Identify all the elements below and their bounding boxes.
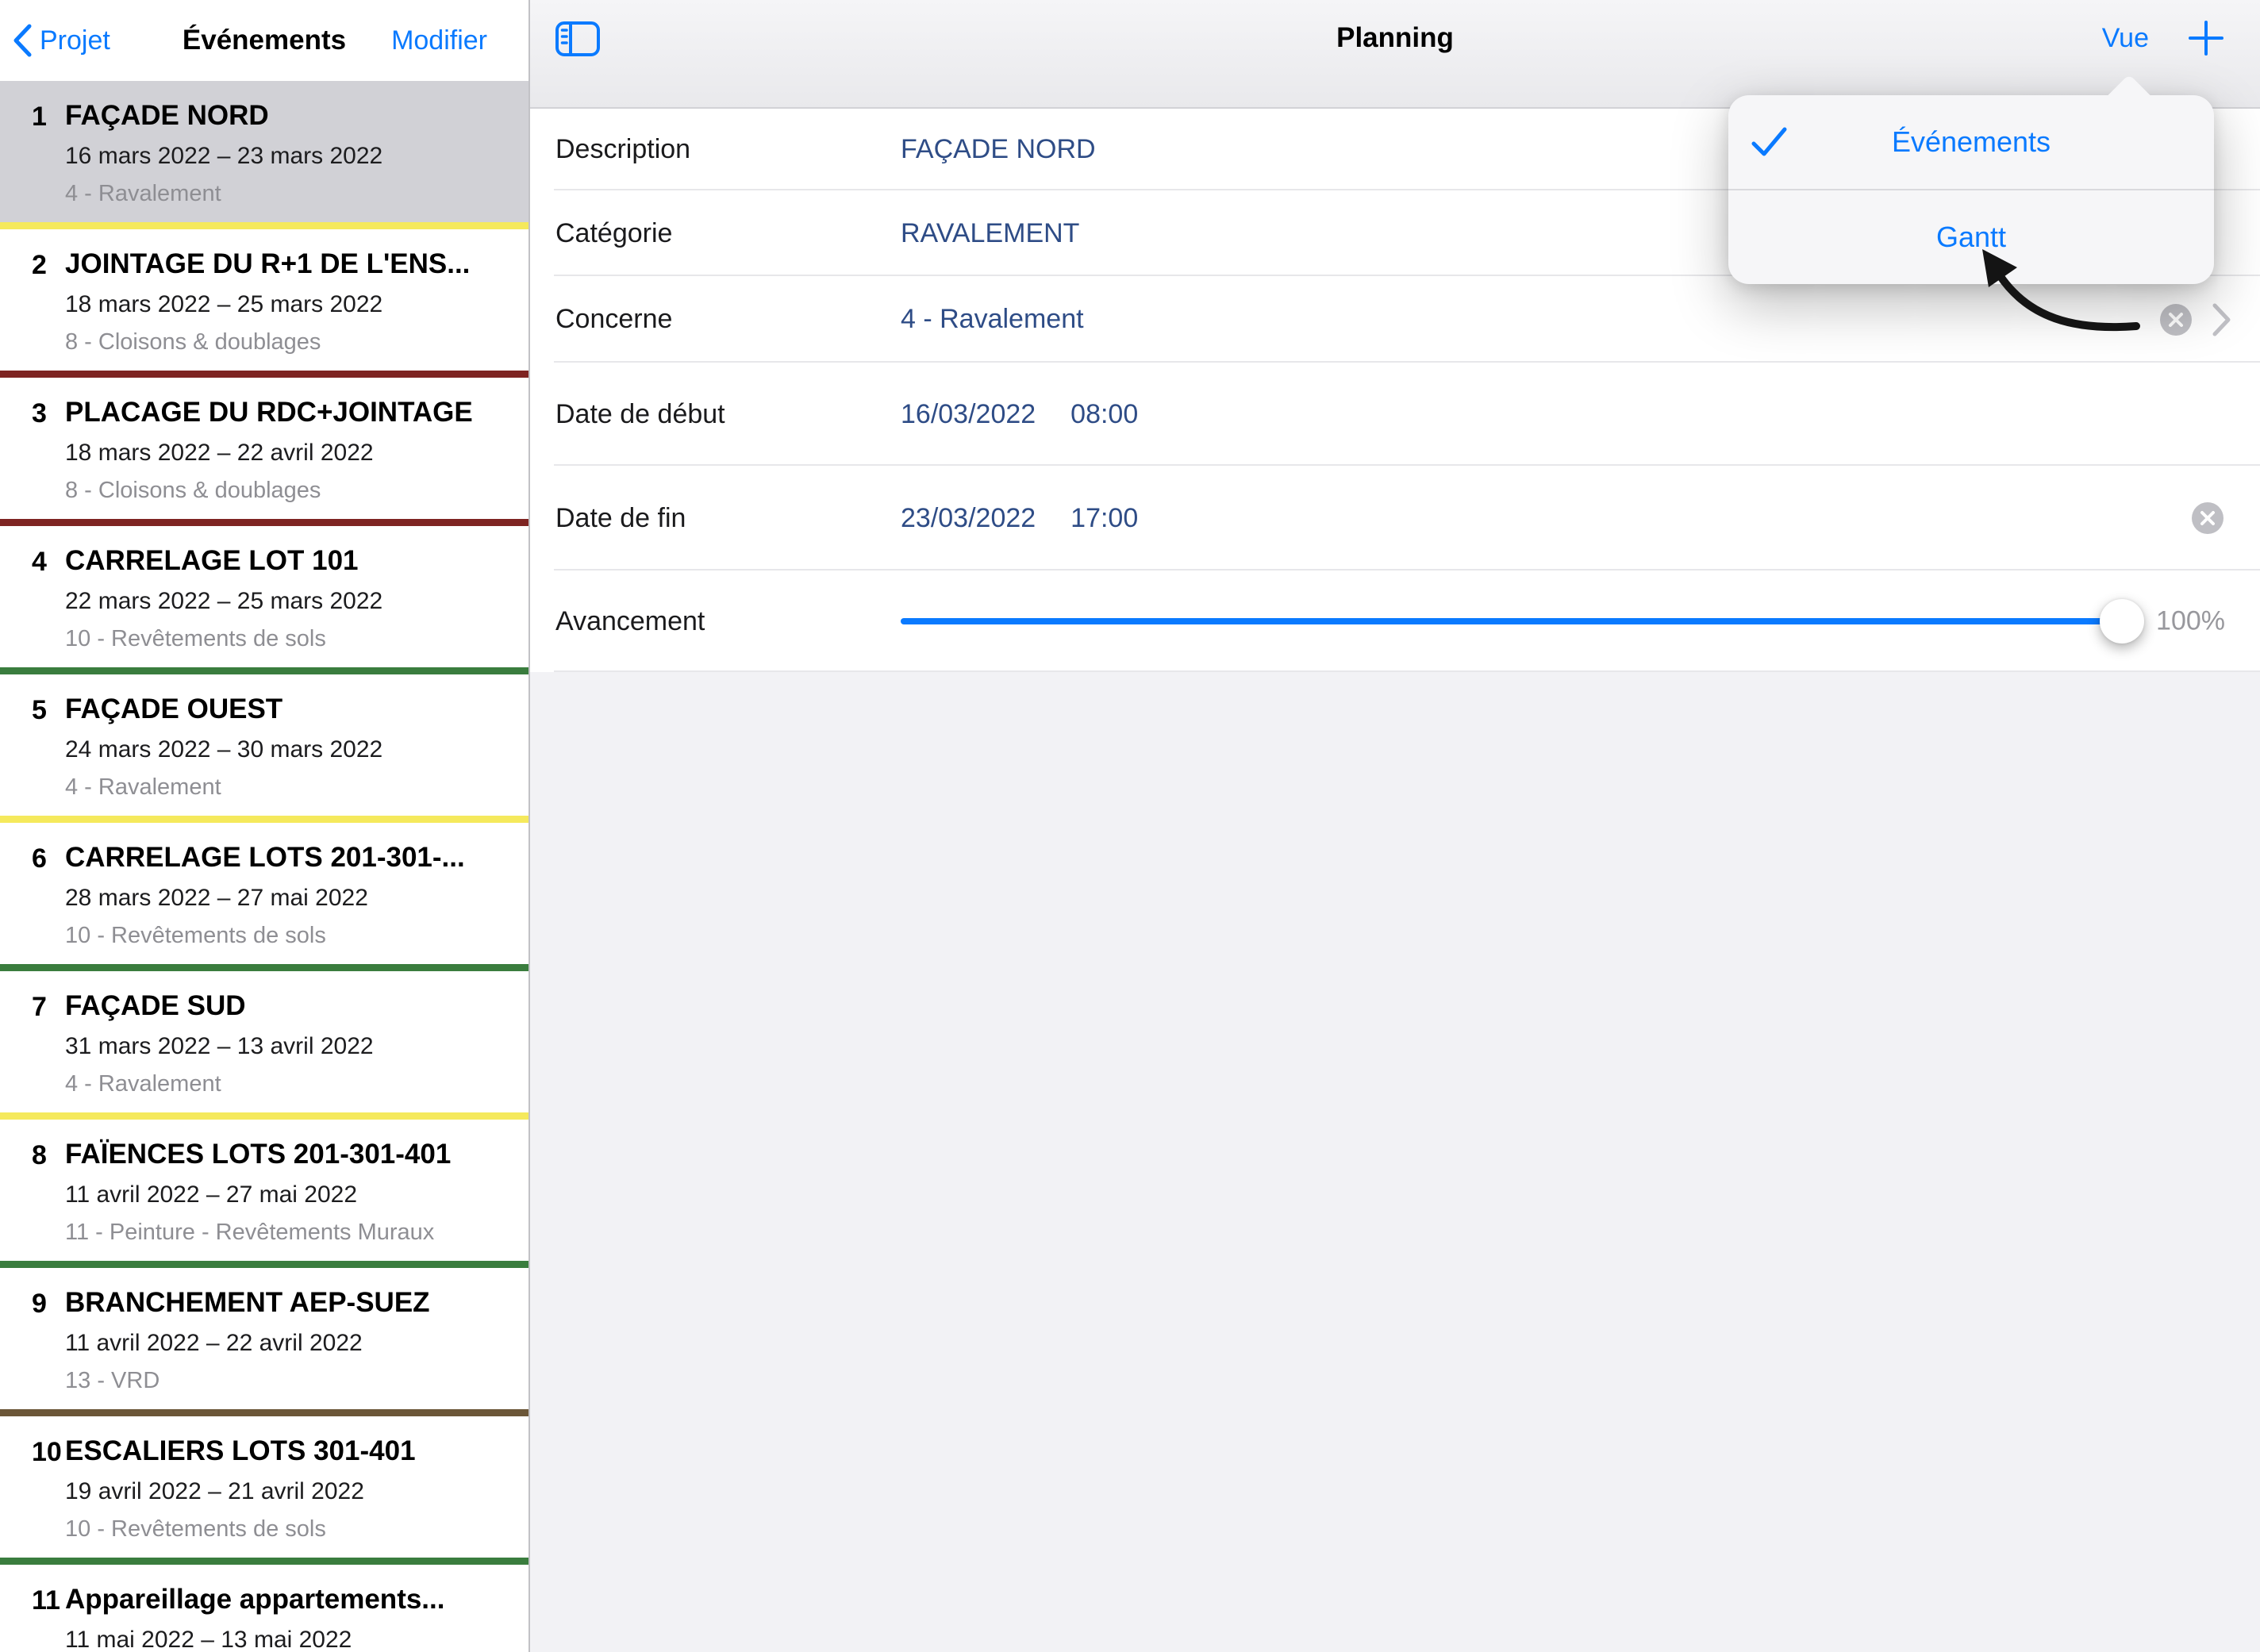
event-number: 4 bbox=[0, 526, 65, 667]
menu-item-evenements[interactable]: Événements bbox=[1728, 95, 2214, 189]
field-label: Date de fin bbox=[555, 503, 901, 534]
event-category: 10 - Revêtements de sols bbox=[65, 923, 516, 949]
event-category: 10 - Revêtements de sols bbox=[65, 626, 516, 652]
event-category: 4 - Ravalement bbox=[65, 181, 516, 207]
event-title: FAÇADE OUEST bbox=[65, 693, 516, 725]
list-item[interactable]: 3 PLACAGE DU RDC+JOINTAGE 18 mars 2022 –… bbox=[0, 378, 528, 526]
end-date-row[interactable]: Date de fin 23/03/2022 17:00 bbox=[530, 466, 2260, 571]
field-label: Date de début bbox=[555, 399, 901, 430]
progress-row: Avancement 100% bbox=[530, 571, 2260, 672]
event-dates: 16 mars 2022 – 23 mars 2022 bbox=[65, 143, 516, 170]
end-date-value[interactable]: 23/03/2022 bbox=[901, 503, 1036, 534]
list-item[interactable]: 7 FAÇADE SUD 31 mars 2022 – 13 avril 202… bbox=[0, 971, 528, 1120]
progress-value: 100% bbox=[2156, 606, 2225, 637]
x-circle-icon[interactable] bbox=[2192, 502, 2223, 534]
event-number: 5 bbox=[0, 674, 65, 816]
sidebar-header: Projet Événements Modifier bbox=[0, 0, 528, 81]
event-dates: 31 mars 2022 – 13 avril 2022 bbox=[65, 1033, 516, 1060]
edit-button[interactable]: Modifier bbox=[391, 0, 487, 81]
menu-item-gantt[interactable]: Gantt bbox=[1728, 190, 2214, 284]
event-dates: 19 avril 2022 – 21 avril 2022 bbox=[65, 1478, 516, 1505]
menu-item-label: Gantt bbox=[1936, 221, 2006, 254]
slider-thumb[interactable] bbox=[2100, 599, 2144, 644]
event-dates: 11 avril 2022 – 22 avril 2022 bbox=[65, 1330, 516, 1357]
list-item[interactable]: 5 FAÇADE OUEST 24 mars 2022 – 30 mars 20… bbox=[0, 674, 528, 823]
event-category: 11 - Peinture - Revêtements Muraux bbox=[65, 1220, 516, 1246]
event-title: FAÏENCES LOTS 201-301-401 bbox=[65, 1139, 516, 1170]
field-label: Avancement bbox=[555, 606, 901, 637]
event-title: BRANCHEMENT AEP-SUEZ bbox=[65, 1287, 516, 1319]
event-number: 1 bbox=[0, 81, 65, 222]
event-dates: 18 mars 2022 – 25 mars 2022 bbox=[65, 291, 516, 318]
event-number: 3 bbox=[0, 378, 65, 519]
field-value[interactable]: RAVALEMENT bbox=[901, 218, 1079, 249]
event-category: 8 - Cloisons & doublages bbox=[65, 478, 516, 504]
event-number: 9 bbox=[0, 1268, 65, 1409]
list-item[interactable]: 2 JOINTAGE DU R+1 DE L'ENS... 18 mars 20… bbox=[0, 229, 528, 378]
event-category: 4 - Ravalement bbox=[65, 1071, 516, 1097]
field-label: Catégorie bbox=[555, 218, 901, 249]
start-date-value[interactable]: 16/03/2022 bbox=[901, 399, 1036, 430]
vue-button[interactable]: Vue bbox=[2102, 0, 2149, 76]
event-dates: 18 mars 2022 – 22 avril 2022 bbox=[65, 440, 516, 467]
list-item[interactable]: 6 CARRELAGE LOTS 201-301-... 28 mars 202… bbox=[0, 823, 528, 971]
start-time-value[interactable]: 08:00 bbox=[1070, 399, 1138, 430]
event-number: 11 bbox=[0, 1565, 65, 1652]
vue-popover-menu: Événements Gantt bbox=[1728, 95, 2214, 284]
event-dates: 11 mai 2022 – 13 mai 2022 bbox=[65, 1627, 516, 1652]
checkmark-icon bbox=[1751, 126, 1789, 158]
progress-slider[interactable] bbox=[901, 618, 2122, 624]
event-title: FAÇADE NORD bbox=[65, 100, 516, 132]
navigation-bar: Planning Vue bbox=[530, 0, 2260, 109]
start-date-row[interactable]: Date de début 16/03/2022 08:00 bbox=[530, 363, 2260, 466]
chevron-right-icon bbox=[2212, 303, 2231, 336]
list-item[interactable]: 9 BRANCHEMENT AEP-SUEZ 11 avril 2022 – 2… bbox=[0, 1268, 528, 1416]
event-title: ESCALIERS LOTS 301-401 bbox=[65, 1435, 516, 1467]
event-title: CARRELAGE LOTS 201-301-... bbox=[65, 842, 516, 874]
event-number: 6 bbox=[0, 823, 65, 964]
event-number: 2 bbox=[0, 229, 65, 371]
events-sidebar: Projet Événements Modifier 1 FAÇADE NORD… bbox=[0, 0, 528, 1652]
x-circle-icon[interactable] bbox=[2160, 304, 2192, 336]
list-item[interactable]: 11 Appareillage appartements... 11 mai 2… bbox=[0, 1565, 528, 1652]
event-number: 7 bbox=[0, 971, 65, 1112]
menu-item-label: Événements bbox=[1892, 125, 2051, 159]
list-item[interactable]: 8 FAÏENCES LOTS 201-301-401 11 avril 202… bbox=[0, 1120, 528, 1268]
event-category: 10 - Revêtements de sols bbox=[65, 1516, 516, 1543]
page-title: Planning bbox=[530, 0, 2260, 76]
event-title: Appareillage appartements... bbox=[65, 1584, 516, 1616]
event-category: 13 - VRD bbox=[65, 1368, 516, 1394]
event-title: PLACAGE DU RDC+JOINTAGE bbox=[65, 397, 516, 428]
end-time-value[interactable]: 17:00 bbox=[1070, 503, 1138, 534]
event-number: 10 bbox=[0, 1416, 65, 1558]
concerne-row[interactable]: Concerne 4 - Ravalement bbox=[530, 276, 2260, 363]
event-number: 8 bbox=[0, 1120, 65, 1261]
list-item[interactable]: 1 FAÇADE NORD 16 mars 2022 – 23 mars 202… bbox=[0, 81, 528, 229]
event-title: CARRELAGE LOT 101 bbox=[65, 545, 516, 577]
plus-icon bbox=[2189, 21, 2223, 56]
event-dates: 11 avril 2022 – 27 mai 2022 bbox=[65, 1181, 516, 1208]
field-label: Description bbox=[555, 134, 901, 165]
event-dates: 24 mars 2022 – 30 mars 2022 bbox=[65, 736, 516, 763]
event-title: FAÇADE SUD bbox=[65, 990, 516, 1022]
list-item[interactable]: 10 ESCALIERS LOTS 301-401 19 avril 2022 … bbox=[0, 1416, 528, 1565]
field-label: Concerne bbox=[555, 304, 901, 335]
event-category: 4 - Ravalement bbox=[65, 774, 516, 801]
add-event-button[interactable] bbox=[2189, 0, 2223, 76]
field-value[interactable]: FAÇADE NORD bbox=[901, 134, 1096, 165]
event-title: JOINTAGE DU R+1 DE L'ENS... bbox=[65, 248, 516, 280]
field-value[interactable]: 4 - Ravalement bbox=[901, 304, 1084, 335]
event-dates: 28 mars 2022 – 27 mai 2022 bbox=[65, 885, 516, 912]
event-list: 1 FAÇADE NORD 16 mars 2022 – 23 mars 202… bbox=[0, 81, 528, 1652]
event-dates: 22 mars 2022 – 25 mars 2022 bbox=[65, 588, 516, 615]
list-item[interactable]: 4 CARRELAGE LOT 101 22 mars 2022 – 25 ma… bbox=[0, 526, 528, 674]
event-category: 8 - Cloisons & doublages bbox=[65, 329, 516, 355]
